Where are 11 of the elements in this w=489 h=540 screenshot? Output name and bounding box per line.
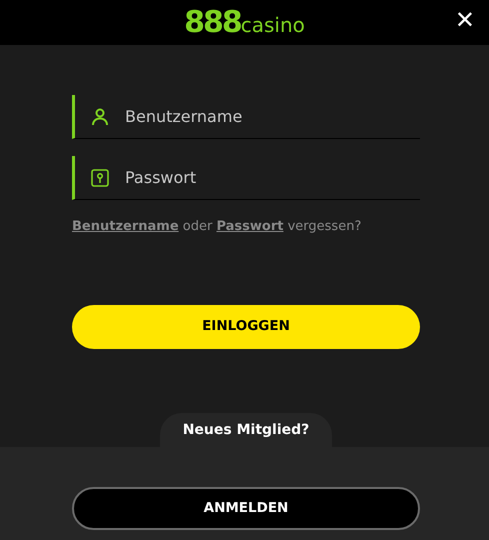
login-button[interactable]: EINLOGGEN <box>72 304 420 348</box>
user-icon <box>91 108 109 126</box>
forgot-link[interactable]: Benutzername <box>72 219 179 234</box>
password-field[interactable]: Passwort <box>125 158 420 198</box>
username-field[interactable]: Benutzername <box>125 96 420 136</box>
forgot-link[interactable]: Passwort <box>216 219 284 234</box>
lock-icon <box>91 168 109 186</box>
register-button[interactable]: ANMELDEN <box>72 487 420 530</box>
forgot-credentials-text: Benutzername oder Passwort vergessen? <box>72 218 362 236</box>
close-button[interactable]: ✕ <box>452 6 477 34</box>
logo: 888casino <box>184 8 305 38</box>
